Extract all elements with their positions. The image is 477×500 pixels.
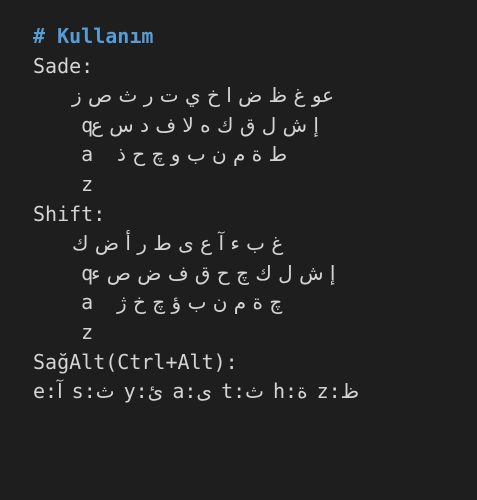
- pair-value: آ: [57, 379, 63, 404]
- row-chars: إ ش ل ق ك ه لا ف د س ع: [91, 112, 319, 137]
- pair-key: h:: [273, 379, 298, 404]
- altgr-pair: a:ى: [172, 377, 212, 407]
- row-chars: چ ة م ن ب ؤ چ خ ژ: [117, 290, 283, 315]
- altgr-pair: z:ظ: [317, 377, 360, 407]
- altgr-pair: t:ث: [221, 377, 264, 407]
- pair-key: e:: [33, 379, 58, 404]
- pair-key: y:: [123, 379, 148, 404]
- altgr-pair: y:ئ: [124, 377, 164, 407]
- row-chars: إ ش ل ك چ ح ق ف ض ص ء: [91, 260, 336, 285]
- pair-value: ة: [297, 379, 308, 404]
- plain-row-q: q عو غ ظ ض ا خ ي ت ر ث ص ز: [33, 81, 477, 137]
- pair-value: ث: [245, 379, 264, 404]
- pair-key: s:: [71, 379, 96, 404]
- markdown-editor[interactable]: # Kullanım Sade: q عو غ ظ ض ا خ ي ت ر ث …: [0, 0, 477, 500]
- altgr-pair: e:آ: [33, 377, 63, 407]
- altgr-mapping-row: e:آ s:ث y:ئ a:ى t:ث h:ة z:ظ: [33, 377, 477, 407]
- row-chars: غ ب ء آ ع ى ط ر أ ض ك: [72, 231, 284, 256]
- shift-row-q: q غ ب ء آ ع ى ط ر أ ض ك: [33, 229, 477, 285]
- row-key: z: [81, 171, 94, 196]
- pair-value: ئ: [147, 379, 164, 404]
- row-chars: ط ة م ن ب و چ ح ذ: [117, 142, 288, 167]
- pair-key: t:: [221, 379, 246, 404]
- pair-value: ث: [95, 379, 115, 404]
- row-chars: عو غ ظ ض ا خ ي ت ر ث ص ز: [72, 83, 335, 108]
- plain-section-label: Sade:: [33, 53, 94, 78]
- pair-key: a:: [172, 379, 197, 404]
- plain-row-z: z ط ة م ن ب و چ ح ذ: [33, 140, 477, 196]
- shift-row-z: z چ ة م ن ب ؤ چ خ ژ: [33, 288, 477, 344]
- shift-section-label: Shift:: [33, 201, 106, 226]
- usage-heading: # Kullanım: [33, 24, 154, 48]
- pair-key: z:: [316, 379, 341, 404]
- altgr-pair: s:ث: [72, 377, 115, 407]
- row-key: z: [81, 319, 94, 344]
- pair-value: ى: [196, 379, 213, 404]
- altgr-section-label: SağAlt(Ctrl+Alt):: [33, 349, 238, 374]
- pair-value: ظ: [340, 379, 360, 404]
- altgr-pair: h:ة: [273, 377, 308, 407]
- shift-row-a: a إ ش ل ك چ ح ق ف ض ص ء: [33, 259, 477, 315]
- plain-row-a: a إ ش ل ق ك ه لا ف د س ع: [33, 111, 477, 167]
